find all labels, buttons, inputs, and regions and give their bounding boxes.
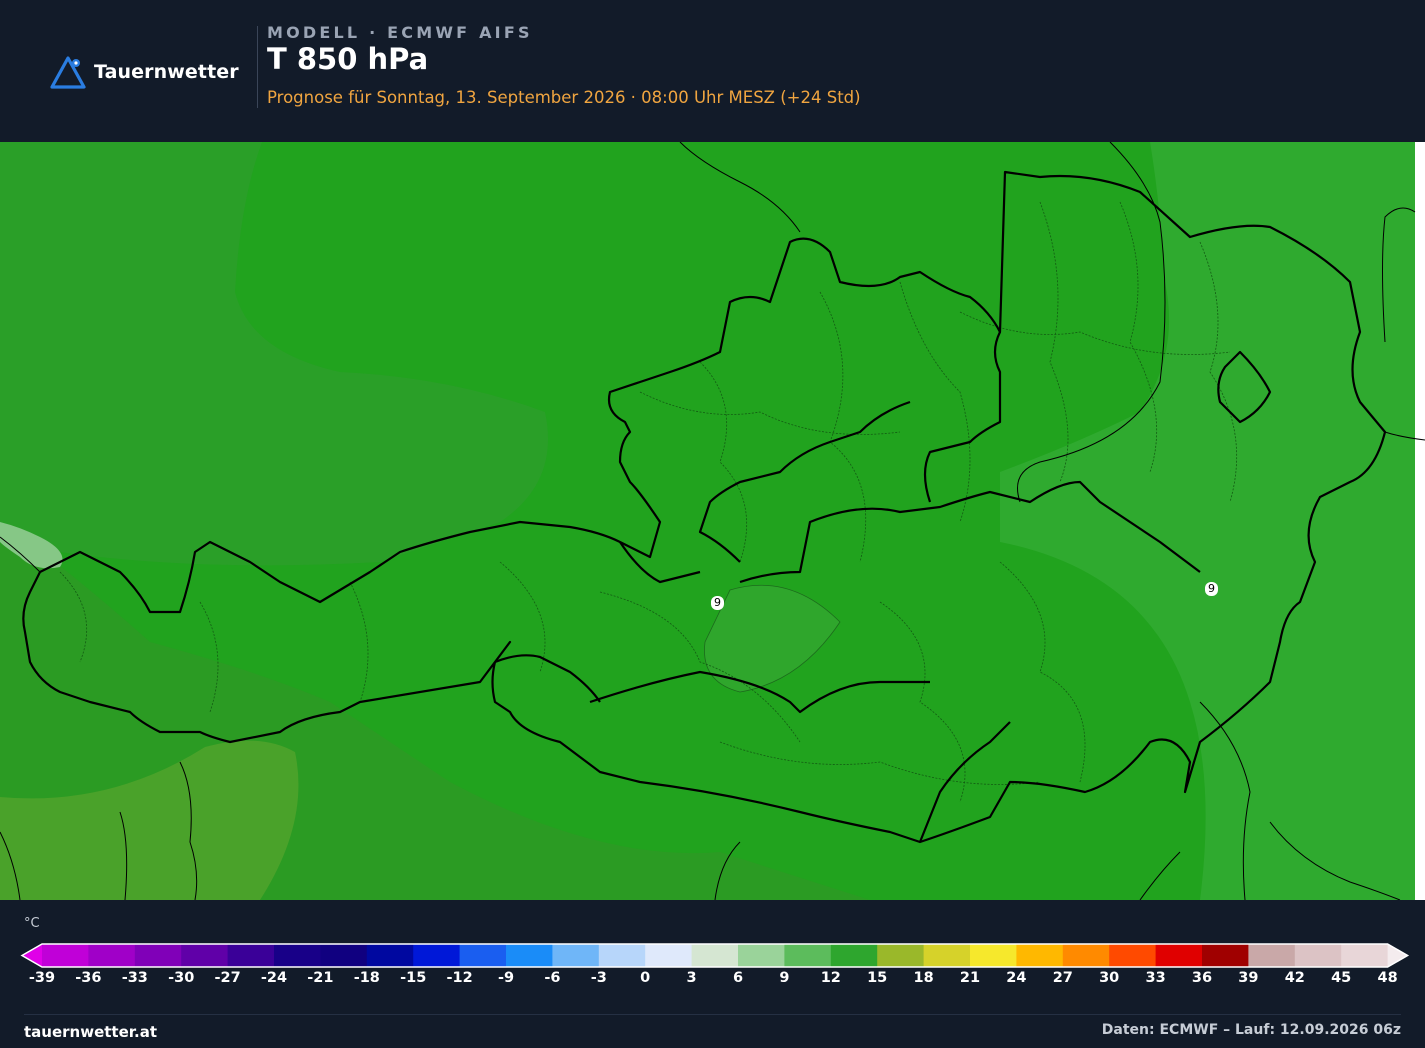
colorbar-tick-label: 21: [959, 970, 981, 986]
colorbar-swatch: [1248, 944, 1296, 967]
colorbar-swatch: [1062, 944, 1110, 967]
footer-site[interactable]: tauernwetter.at: [24, 1023, 157, 1041]
colorbar-tick-label: -30: [168, 970, 195, 986]
colorbar-tick-label: -21: [307, 970, 334, 986]
forecast-time: Prognose für Sonntag, 13. September 2026…: [267, 88, 861, 107]
colorbar-swatch: [877, 944, 925, 967]
temperature-map[interactable]: 9 9: [0, 142, 1425, 900]
colorbar-swatch: [830, 944, 878, 967]
colorbar-swatch: [784, 944, 832, 967]
colorbar-tick-label: -39: [28, 970, 56, 986]
colorbar-swatch: [1155, 944, 1203, 967]
colorbar: [20, 943, 1410, 968]
header-bar: Tauernwetter MODELL · ECMWF AIFS T 850 h…: [0, 0, 1425, 135]
colorbar-tick-label: 0: [640, 970, 651, 986]
footer-divider: [24, 1014, 1401, 1015]
colorbar-swatch: [923, 944, 971, 967]
page-title: T 850 hPa: [267, 42, 429, 76]
colorbar-swatch: [366, 944, 414, 967]
model-label: MODELL · ECMWF AIFS: [267, 23, 533, 42]
colorbar-tick-label: -33: [121, 970, 148, 986]
colorbar-tick-label: -6: [544, 970, 561, 986]
isoline-label: 9: [1205, 582, 1218, 596]
colorbar-tick-label: -12: [446, 970, 473, 986]
colorbar-swatch: [598, 944, 646, 967]
colorbar-tick-label: -24: [260, 970, 288, 986]
legend-unit: °C: [24, 916, 40, 931]
map-canvas: [0, 142, 1425, 900]
brand-logo[interactable]: Tauernwetter: [48, 54, 239, 90]
brand-name: Tauernwetter: [94, 61, 239, 83]
colorbar-swatch: [459, 944, 507, 967]
colorbar-swatch: [970, 944, 1017, 967]
header-divider: [257, 26, 258, 108]
colorbar-swatch: [1202, 944, 1249, 967]
colorbar-tick-label: 9: [779, 970, 790, 986]
colorbar-tick-label: 48: [1377, 970, 1398, 986]
colorbar-tick-label: -15: [400, 970, 427, 986]
colorbar-swatch: [274, 944, 321, 967]
colorbar-tick-label: 27: [1052, 970, 1073, 986]
colorbar-swatch: [1341, 944, 1389, 967]
colorbar-swatch: [181, 944, 229, 967]
colorbar-swatch: [42, 944, 89, 967]
colorbar-swatch: [320, 944, 368, 967]
colorbar-tick-label: 39: [1238, 970, 1259, 986]
colorbar-swatch: [1294, 944, 1342, 967]
colorbar-swatch: [413, 944, 461, 967]
colorbar-tick-label: 42: [1284, 970, 1305, 986]
colorbar-swatch: [134, 944, 182, 967]
colorbar-swatch: [691, 944, 739, 967]
colorbar-tick-label: 45: [1331, 970, 1352, 986]
colorbar-swatch: [506, 944, 553, 967]
colorbar-swatch: [1016, 944, 1064, 967]
colorbar-tick-label: -3: [590, 970, 607, 986]
mountain-logo-icon: [50, 56, 86, 89]
colorbar-tick-label: 33: [1145, 970, 1166, 986]
isoline-label: 9: [711, 596, 724, 610]
colorbar-tick-label: 15: [867, 970, 888, 986]
colorbar-tick-label: -18: [353, 970, 380, 986]
colorbar-swatch: [738, 944, 785, 967]
colorbar-tick-label: 18: [913, 970, 934, 986]
colorbar-left-arrow: [22, 944, 42, 967]
colorbar-tick-label: 36: [1191, 970, 1213, 986]
map-right-margin: [1415, 142, 1425, 900]
footer-credit: Daten: ECMWF – Lauf: 12.09.2026 06z: [1101, 1022, 1401, 1038]
colorbar-right-arrow: [1387, 944, 1408, 967]
colorbar-tick-label: -27: [214, 970, 241, 986]
colorbar-tick-label: 3: [686, 970, 697, 986]
colorbar-tick-label: 12: [820, 970, 841, 986]
colorbar-tick-label: 6: [732, 970, 744, 986]
colorbar-tick-label: -36: [75, 970, 102, 986]
colorbar-tick-label: 30: [1099, 970, 1120, 986]
colorbar-swatch: [1109, 944, 1157, 967]
colorbar-swatch: [227, 944, 275, 967]
colorbar-swatch: [552, 944, 600, 967]
colorbar-tick-label: 24: [1006, 970, 1027, 986]
colorbar-swatch: [645, 944, 693, 967]
colorbar-ticks: -39 -36 -33 -30 -27 -24 -21 -18 -15 -12 -9 -6 -3 0 3 6 9…: [0, 970, 1425, 992]
colorbar-swatch: [88, 944, 136, 967]
colorbar-tick-label: -9: [497, 970, 515, 986]
